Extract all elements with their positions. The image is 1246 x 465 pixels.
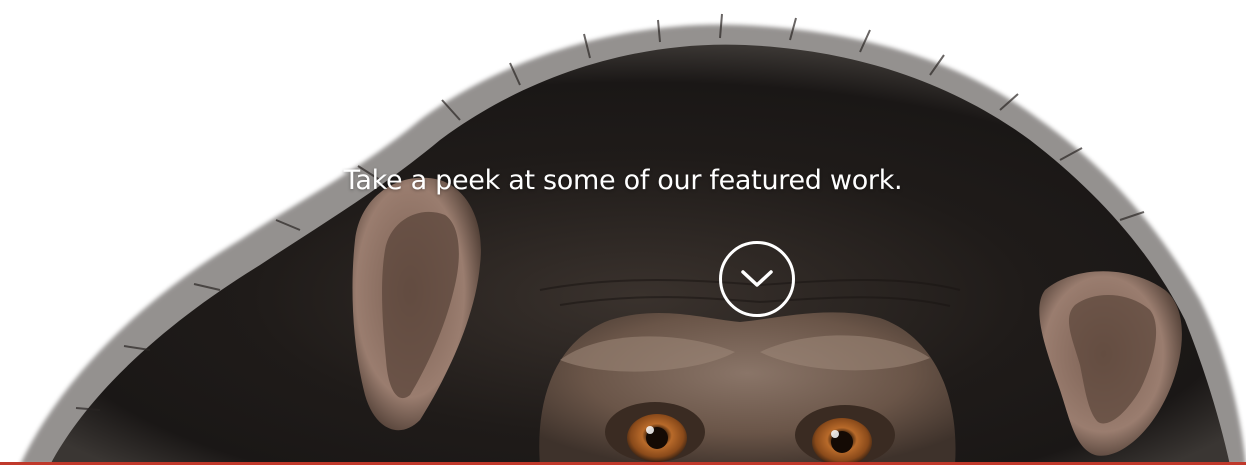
chimpanzee-hero-image — [20, 13, 1246, 465]
chevron-down-icon — [741, 270, 773, 287]
scroll-down-button[interactable] — [719, 241, 795, 317]
hero-section: Take a peek at some of our featured work… — [0, 0, 1246, 465]
featured-work-headline: Take a peek at some of our featured work… — [343, 165, 903, 196]
